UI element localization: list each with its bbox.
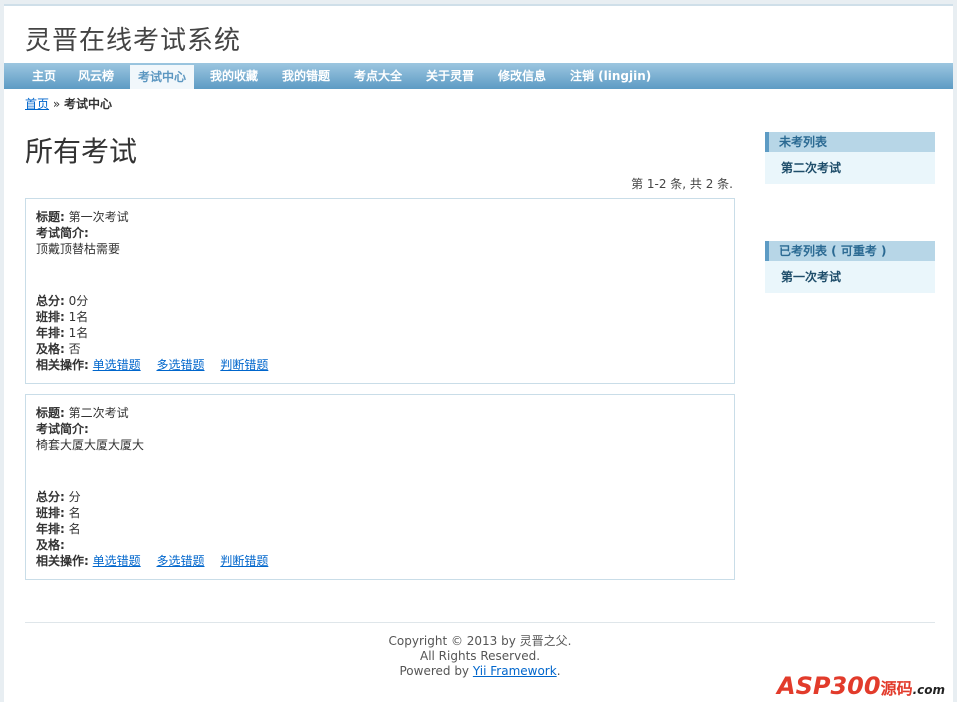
- exam-class-rank-row: 班排: 名: [36, 505, 724, 521]
- exam-intro-label: 考试简介:: [36, 226, 89, 240]
- exam-actions-row: 相关操作: 单选错题 多选错题 判断错题: [36, 357, 724, 373]
- yii-framework-link[interactable]: Yii Framework: [473, 664, 557, 678]
- exam-actions-label: 相关操作:: [36, 358, 89, 372]
- exam-grade-rank: 名: [68, 522, 81, 536]
- exam-title-label: 标题:: [36, 210, 65, 224]
- nav-about[interactable]: 关于灵晋: [418, 63, 482, 89]
- completed-exams-title: 已考列表 ( 可重考 ): [765, 241, 935, 261]
- nav-favorites[interactable]: 我的收藏: [202, 63, 266, 89]
- true-false-mistakes-link[interactable]: 判断错题: [220, 554, 268, 568]
- site-title: 灵晋在线考试系统: [25, 26, 242, 56]
- exam-score-row: 总分: 0分: [36, 293, 724, 309]
- exam-pass-row: 及格:: [36, 537, 724, 553]
- exam-pass-label: 及格:: [36, 538, 65, 552]
- exam-intro: 顶戴顶替枯需要: [36, 242, 121, 256]
- exam-class-rank-row: 班排: 1名: [36, 309, 724, 325]
- exam-title: 第二次考试: [68, 406, 129, 420]
- exam-class-rank: 1名: [68, 310, 89, 324]
- exam-title-row: 标题: 第二次考试: [36, 405, 724, 421]
- exam-class-rank-label: 班排:: [36, 506, 65, 520]
- page-heading: 所有考试: [25, 135, 138, 168]
- watermark-domain: .com: [912, 683, 945, 697]
- pending-exam-item[interactable]: 第二次考试: [765, 152, 935, 184]
- true-false-mistakes-link[interactable]: 判断错题: [220, 358, 268, 372]
- breadcrumb: 首页 » 考试中心: [25, 95, 112, 112]
- exam-grade-rank: 1名: [68, 326, 89, 340]
- single-choice-mistakes-link[interactable]: 单选错题: [93, 358, 141, 372]
- footer-powered-prefix: Powered by: [399, 664, 470, 678]
- exam-score-row: 总分: 分: [36, 489, 724, 505]
- pending-exams-title: 未考列表: [765, 132, 935, 152]
- main-nav: 主页 风云榜 考试中心 我的收藏 我的错题 考点大全 关于灵晋 修改信息 注销 …: [4, 63, 953, 89]
- nav-logout[interactable]: 注销 (lingjin): [562, 63, 659, 89]
- nav-knowledge[interactable]: 考点大全: [346, 63, 410, 89]
- watermark-logo: ASP300源码.com: [777, 672, 945, 700]
- exam-score: 0分: [68, 294, 89, 308]
- exam-grade-rank-label: 年排:: [36, 522, 65, 536]
- exam-card: 标题: 第一次考试 考试简介: 顶戴顶替枯需要 总分: 0分 班排: 1名 年排…: [25, 198, 735, 384]
- nav-mistakes[interactable]: 我的错题: [274, 63, 338, 89]
- pagination-summary: 第 1-2 条, 共 2 条.: [631, 177, 733, 191]
- exam-intro-label-row: 考试简介:: [36, 421, 724, 437]
- exam-intro-label-row: 考试简介:: [36, 225, 724, 241]
- exam-grade-rank-row: 年排: 1名: [36, 325, 724, 341]
- exam-intro: 椅套大厦大厦大厦大: [36, 438, 145, 452]
- exam-card: 标题: 第二次考试 考试简介: 椅套大厦大厦大厦大 总分: 分 班排: 名 年排…: [25, 394, 735, 580]
- watermark-cn: 源码: [880, 679, 913, 698]
- exam-pass-row: 及格: 否: [36, 341, 724, 357]
- footer-powered-suffix: .: [556, 664, 561, 678]
- single-choice-mistakes-link[interactable]: 单选错题: [93, 554, 141, 568]
- exam-grade-rank-label: 年排:: [36, 326, 65, 340]
- breadcrumb-separator: »: [52, 97, 61, 111]
- exam-score-label: 总分:: [36, 490, 65, 504]
- completed-exams-panel: 已考列表 ( 可重考 ) 第一次考试: [765, 241, 935, 293]
- exam-class-rank: 名: [68, 506, 81, 520]
- footer-rights: All Rights Reserved.: [419, 649, 541, 663]
- exam-pass-label: 及格:: [36, 342, 65, 356]
- exam-actions-label: 相关操作:: [36, 554, 89, 568]
- exam-pass: 否: [68, 342, 81, 356]
- footer-copyright: Copyright © 2013 by 灵晋之父.: [388, 634, 572, 648]
- exam-class-rank-label: 班排:: [36, 310, 65, 324]
- exam-actions-row: 相关操作: 单选错题 多选错题 判断错题: [36, 553, 724, 569]
- exam-intro-label: 考试简介:: [36, 422, 89, 436]
- nav-edit-profile[interactable]: 修改信息: [490, 63, 554, 89]
- exam-title-row: 标题: 第一次考试: [36, 209, 724, 225]
- exam-score-label: 总分:: [36, 294, 65, 308]
- exam-title: 第一次考试: [68, 210, 129, 224]
- multi-choice-mistakes-link[interactable]: 多选错题: [156, 554, 204, 568]
- breadcrumb-home-link[interactable]: 首页: [25, 97, 49, 111]
- exam-title-label: 标题:: [36, 406, 65, 420]
- watermark-text: ASP300: [777, 672, 881, 700]
- footer-divider: [25, 622, 935, 623]
- exam-score: 分: [68, 490, 81, 504]
- multi-choice-mistakes-link[interactable]: 多选错题: [156, 358, 204, 372]
- nav-home[interactable]: 主页: [24, 63, 64, 89]
- nav-leaderboard[interactable]: 风云榜: [70, 63, 122, 89]
- breadcrumb-current: 考试中心: [64, 97, 113, 111]
- exam-grade-rank-row: 年排: 名: [36, 521, 724, 537]
- completed-exam-item[interactable]: 第一次考试: [765, 261, 935, 293]
- nav-exam-center[interactable]: 考试中心: [130, 65, 195, 89]
- page: 灵晋在线考试系统 主页 风云榜 考试中心 我的收藏 我的错题 考点大全 关于灵晋…: [4, 4, 953, 702]
- pending-exams-panel: 未考列表 第二次考试: [765, 132, 935, 184]
